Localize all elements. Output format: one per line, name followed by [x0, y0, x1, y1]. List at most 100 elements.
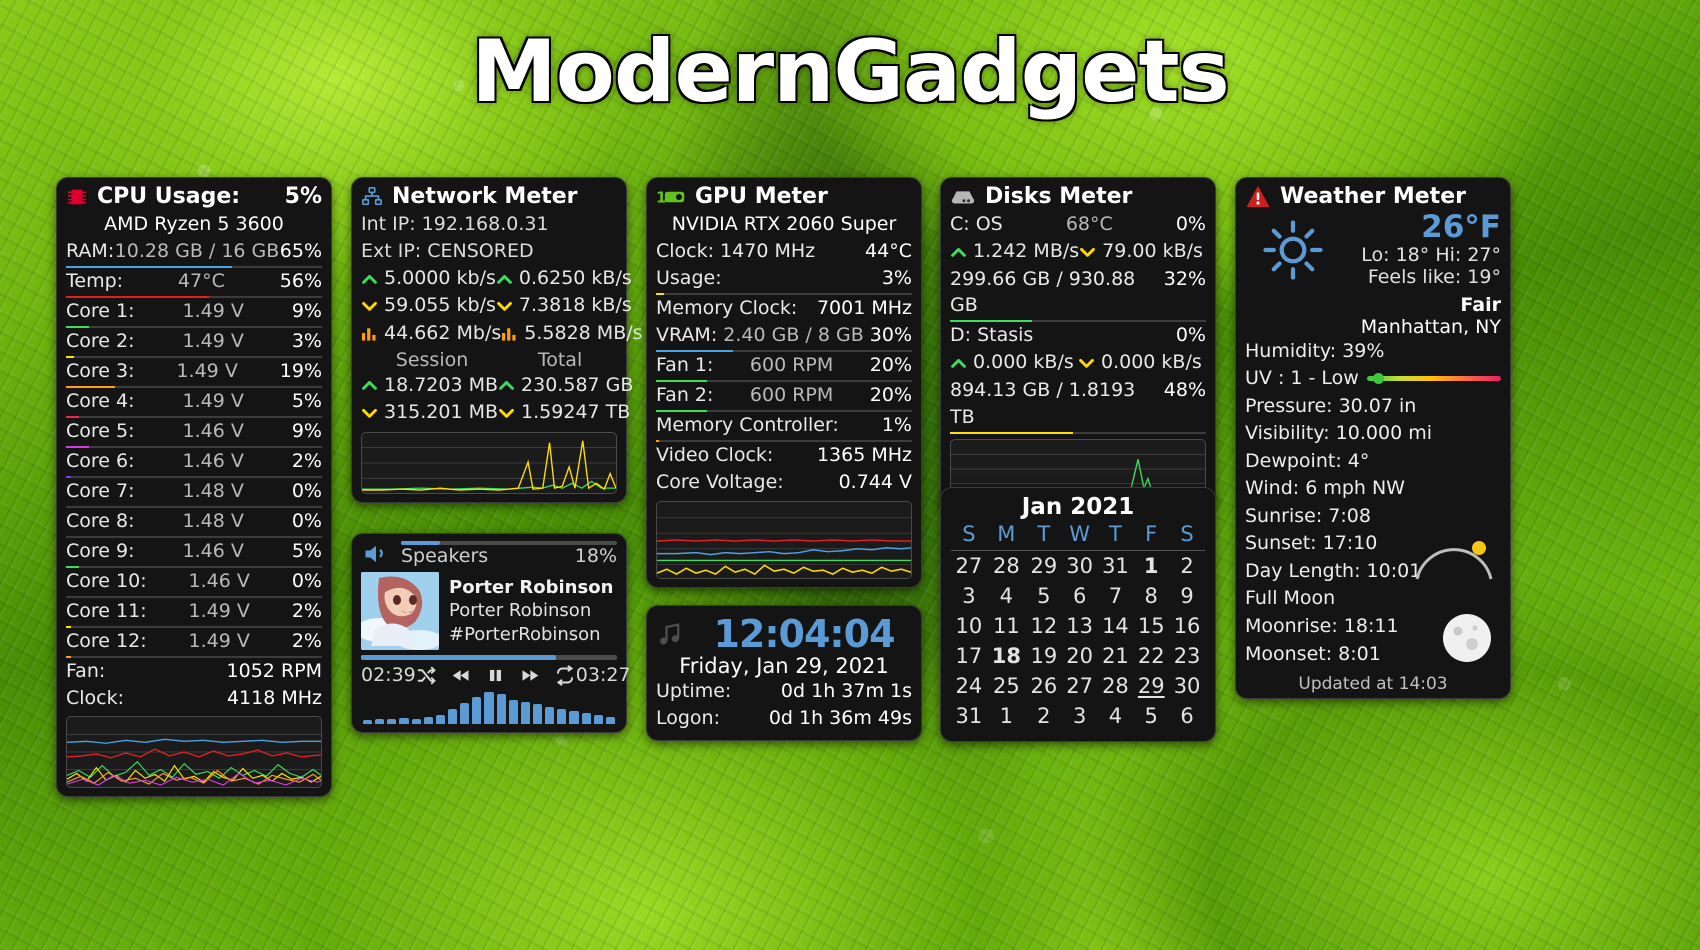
calendar-day-cell[interactable]: 2 — [1169, 551, 1205, 582]
calendar-day-cell[interactable]: 29 — [1026, 551, 1062, 582]
calendar-day-cell[interactable]: 3 — [951, 581, 987, 611]
previous-icon[interactable] — [451, 665, 472, 686]
calendar-day-cell[interactable]: 6 — [1169, 701, 1205, 731]
cpu-core-row: Core 12: 1.49 V 2% — [66, 628, 322, 655]
calendar-day-cell[interactable]: 25 — [987, 671, 1026, 701]
sunrise-line: Sunrise: 7:08 — [1245, 504, 1371, 527]
album-art[interactable] — [361, 572, 439, 650]
calendar-day-cell[interactable]: 14 — [1098, 611, 1134, 641]
track-artist: Porter Robinson — [449, 600, 592, 622]
gpu-vram-row: VRAM: 2.40 GB / 8 GB 30% — [656, 322, 912, 349]
calendar-day-cell[interactable]: 1 — [987, 701, 1026, 731]
volume-row[interactable]: Speakers 18% — [361, 540, 617, 568]
calendar-day-cell[interactable]: 6 — [1062, 581, 1098, 611]
core-voltage: 1.46 V — [188, 569, 250, 592]
track-title: Porter Robinson &... — [449, 576, 617, 598]
audio-visualizer — [361, 690, 617, 724]
calendar-widget[interactable]: Jan 2021 SMTWTFS 27 28 29 30 31 1 2 3 4 5 6 7 8 9 10 11… — [940, 487, 1216, 742]
calendar-day-cell[interactable]: 31 — [951, 701, 987, 731]
disks-meter-widget[interactable]: Disks Meter C: OS 68°C 0% 1.242 MB/s 79.00 k… — [940, 177, 1216, 508]
gpu-model: NVIDIA RTX 2060 Super — [671, 213, 897, 235]
calendar-day-cell[interactable]: 13 — [1062, 611, 1098, 641]
session-column-header: Session — [395, 348, 469, 371]
down-arrow-icon — [498, 406, 515, 420]
calendar-day-cell[interactable]: 5 — [1133, 701, 1169, 731]
visualizer-bar — [605, 716, 615, 724]
calendar-day-cell[interactable]: 17 — [951, 641, 987, 671]
disks-title-label: Disks Meter — [985, 184, 1133, 209]
repeat-icon[interactable] — [554, 664, 576, 686]
network-rate-row: 59.055 kb/s 7.3818 kB/s — [361, 292, 632, 320]
temp-value: 47°C — [177, 269, 225, 292]
disk-used-percent: 32% — [1163, 267, 1206, 290]
calendar-day-cell[interactable]: 15 — [1133, 611, 1169, 641]
gpu-memctrl-label: Memory Controller: — [656, 413, 839, 436]
calendar-day-cell[interactable]: 11 — [987, 611, 1026, 641]
calendar-week-row: 3456789 — [951, 581, 1205, 611]
calendar-day-cell[interactable]: 30 — [1169, 671, 1205, 701]
calendar-day-cell[interactable]: 4 — [1098, 701, 1134, 731]
calendar-day-cell[interactable]: 27 — [1062, 671, 1098, 701]
warning-icon[interactable] — [1245, 185, 1271, 208]
core-voltage: 1.48 V — [182, 509, 244, 532]
calendar-day-cell[interactable]: 28 — [987, 551, 1026, 582]
calendar-day-cell[interactable]: 29 — [1133, 671, 1169, 701]
calendar-day-cell[interactable]: 21 — [1098, 641, 1134, 671]
calendar-day-cell[interactable]: 22 — [1133, 641, 1169, 671]
uv-index-marker — [1372, 373, 1384, 385]
calendar-day-cell[interactable]: 23 — [1169, 641, 1205, 671]
visualizer-bar — [569, 711, 579, 724]
calendar-day-cell[interactable]: 31 — [1098, 551, 1134, 582]
calendar-grid[interactable]: SMTWTFS 27 28 29 30 31 1 2 3 4 5 6 7 8 9 10 11 12 13 14 15 1… — [951, 520, 1205, 731]
current-temperature: 26°F — [1421, 209, 1501, 245]
calendar-day-cell[interactable]: 2 — [1026, 701, 1062, 731]
core-label: Core 2: — [66, 329, 135, 352]
gpu-memclock-value: 7001 MHz — [816, 296, 912, 319]
calendar-week-row: 17 18 19 20 21 22 23 — [951, 641, 1205, 671]
speaker-icon[interactable] — [361, 540, 391, 568]
calendar-day-cell[interactable]: 4 — [987, 581, 1026, 611]
network-meter-widget[interactable]: Network Meter Int IP: 192.168.0.31 Ext I… — [351, 177, 643, 503]
calendar-day-cell[interactable]: 28 — [1098, 671, 1134, 701]
calendar-body[interactable]: 27 28 29 30 31 1 2 3 4 5 6 7 8 9 10 11 12 13 14 15 16 17 18 19 2… — [951, 551, 1205, 732]
calendar-day-cell[interactable]: 30 — [1062, 551, 1098, 582]
volume-slider[interactable] — [401, 541, 617, 545]
current-date: Friday, Jan 29, 2021 — [679, 654, 889, 678]
calendar-day-cell[interactable]: 8 — [1133, 581, 1169, 611]
playback-controls[interactable]: 02:39 03:27 — [361, 664, 631, 686]
total-column-header: Total — [537, 348, 583, 371]
uptime-value: 0d 1h 37m 1s — [780, 680, 912, 702]
calendar-day-cell[interactable]: 19 — [1026, 641, 1062, 671]
calendar-day-cell[interactable]: 18 — [987, 641, 1026, 671]
cpu-usage-widget[interactable]: CPU Usage: 5% AMD Ryzen 5 3600 RAM: 10.2… — [56, 177, 332, 798]
media-player-widget[interactable]: Speakers 18% Porter Robinson &... Porter… — [351, 533, 631, 733]
core-voltage: 1.49 V — [188, 629, 250, 652]
seek-slider[interactable] — [361, 655, 617, 660]
ram-row: RAM: 10.28 GB / 16 GB 65% — [66, 238, 322, 265]
calendar-day-cell[interactable]: 27 — [951, 551, 987, 582]
core-percent: 3% — [291, 329, 322, 352]
calendar-day-cell[interactable]: 24 — [951, 671, 987, 701]
clock-widget[interactable]: 12:04:04 Friday, Jan 29, 2021 Uptime: 0d… — [646, 605, 922, 741]
cpu-clock-label: Clock: — [66, 686, 125, 709]
calendar-day-cell[interactable]: 9 — [1169, 581, 1205, 611]
calendar-day-cell[interactable]: 3 — [1062, 701, 1098, 731]
pause-icon[interactable] — [486, 665, 505, 686]
calendar-day-cell[interactable]: 16 — [1169, 611, 1205, 641]
visualizer-bar — [423, 717, 433, 724]
weather-summary: 26°F Lo: 18° Hi: 27° Feels like: 19° Fai… — [1245, 211, 1501, 338]
calendar-day-cell[interactable]: 20 — [1062, 641, 1098, 671]
gpu-meter-widget[interactable]: 1 GPU Meter NVIDIA RTX 2060 Super Clock:… — [646, 177, 922, 588]
value-label: 0.6250 kB/s — [518, 266, 632, 289]
calendar-day-cell[interactable]: 10 — [951, 611, 987, 641]
shuffle-icon[interactable] — [416, 665, 437, 686]
calendar-day-cell[interactable]: 12 — [1026, 611, 1062, 641]
calendar-week-row: 24 25 26 27 28 29 30 — [951, 671, 1205, 701]
calendar-day-cell[interactable]: 5 — [1026, 581, 1062, 611]
calendar-day-cell[interactable]: 7 — [1098, 581, 1134, 611]
cpu-history-graph — [66, 716, 322, 789]
calendar-day-cell[interactable]: 26 — [1026, 671, 1062, 701]
weather-meter-widget[interactable]: Weather Meter 26°F Lo: 18° Hi: 27° Feels… — [1235, 177, 1511, 700]
next-icon[interactable] — [519, 665, 540, 686]
calendar-day-cell[interactable]: 1 — [1133, 551, 1169, 582]
